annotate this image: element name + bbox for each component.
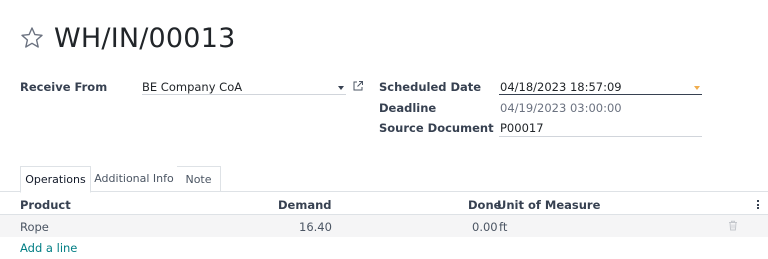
deadline-value: 04/19/2023 03:00:00 — [500, 101, 622, 115]
tab-operations[interactable]: Operations — [20, 166, 91, 193]
deadline-label: Deadline — [379, 101, 437, 115]
page-title: WH/IN/00013 — [54, 22, 236, 54]
source-document-field[interactable]: P00017 — [500, 121, 544, 135]
cell-demand[interactable]: 16.40 — [299, 220, 332, 234]
receive-from-label: Receive From — [20, 80, 108, 94]
scheduled-date-label: Scheduled Date — [379, 80, 482, 94]
column-header-product[interactable]: Product — [20, 198, 71, 212]
column-header-uom[interactable]: Unit of Measure — [497, 198, 600, 212]
tab-note[interactable]: Note — [177, 166, 221, 192]
scheduled-date-field[interactable]: 04/18/2023 18:57:09 — [500, 80, 622, 94]
trash-icon[interactable] — [728, 220, 738, 231]
cell-uom[interactable]: ft — [499, 220, 507, 234]
record-header: WH/IN/00013 — [20, 18, 235, 58]
column-header-demand[interactable]: Demand — [278, 198, 332, 212]
receive-from-underline — [142, 94, 346, 95]
add-line-link[interactable]: Add a line — [20, 241, 77, 255]
cell-done[interactable]: 0.00 — [472, 220, 498, 234]
caret-down-icon[interactable] — [338, 86, 344, 90]
kebab-icon[interactable] — [757, 200, 759, 211]
source-document-underline — [499, 136, 702, 137]
notebook-tabs: Operations Additional Info Note — [0, 166, 768, 193]
source-document-label: Source Document — [379, 121, 494, 135]
scheduled-date-underline — [499, 94, 702, 95]
caret-down-icon[interactable] — [694, 86, 700, 90]
table-row[interactable] — [0, 215, 768, 237]
external-link-icon[interactable] — [352, 80, 364, 92]
cell-product[interactable]: Rope — [20, 220, 49, 234]
tab-additional-info[interactable]: Additional Info — [91, 166, 177, 192]
receive-from-field[interactable]: BE Company CoA — [142, 80, 242, 94]
star-outline-icon[interactable] — [20, 26, 44, 50]
